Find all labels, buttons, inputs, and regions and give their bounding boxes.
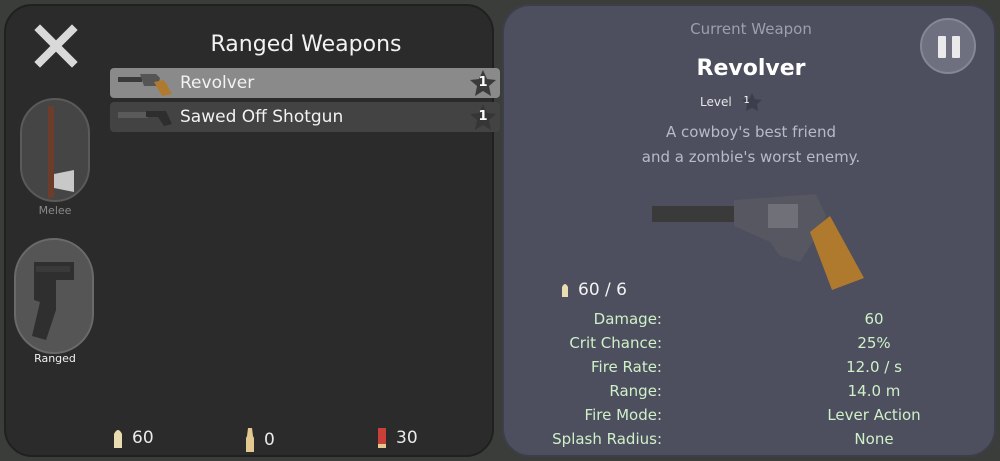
- stat-label: Crit Chance:: [569, 334, 662, 352]
- weapon-level-line: Level 1: [700, 92, 764, 112]
- category-ranged-button[interactable]: [14, 238, 94, 354]
- panel-title: Ranged Weapons: [210, 32, 402, 57]
- stat-value: Lever Action: [827, 406, 921, 424]
- description-line: and a zombie's worst enemy.: [641, 148, 861, 166]
- axe-icon: [48, 106, 74, 198]
- ammo-pistol: 60: [112, 426, 154, 450]
- category-ranged-label: Ranged: [34, 352, 76, 365]
- stat-row: Range: 14.0 m: [504, 382, 998, 406]
- close-icon: [34, 24, 78, 68]
- ammo-count: 30: [396, 428, 418, 448]
- weapon-description: A cowboy's best friend and a zombie's wo…: [504, 120, 998, 170]
- weapon-stats: Damage: 60 Crit Chance: 25% Fire Rate: 1…: [504, 310, 998, 454]
- stat-label: Fire Mode:: [584, 406, 662, 424]
- weapon-level-badge: 1: [468, 102, 498, 132]
- stat-value: 12.0 / s: [846, 358, 902, 376]
- pistol-ammo-icon: [562, 284, 568, 297]
- level-label: Level: [700, 95, 732, 109]
- pistol-icon: [32, 262, 74, 340]
- pistol-ammo-icon: [114, 430, 122, 448]
- stat-row: Fire Rate: 12.0 / s: [504, 358, 998, 382]
- close-button[interactable]: [34, 24, 78, 68]
- level-value: 1: [743, 95, 750, 106]
- stat-value: 14.0 m: [847, 382, 901, 400]
- stat-label: Splash Radius:: [552, 430, 662, 448]
- ammo-rifle: 0: [244, 426, 275, 454]
- category-melee-button[interactable]: [20, 98, 90, 202]
- stat-value: 25%: [857, 334, 891, 352]
- revolver-icon: [118, 74, 172, 96]
- stat-value: None: [854, 430, 894, 448]
- weapon-name: Sawed Off Shotgun: [180, 107, 344, 127]
- weapon-row-revolver[interactable]: Revolver 1: [110, 68, 500, 98]
- stat-row: Splash Radius: None: [504, 430, 998, 454]
- stat-label: Fire Rate:: [591, 358, 662, 376]
- weapon-level: 1: [478, 75, 488, 90]
- weapon-title: Revolver: [696, 56, 806, 81]
- level-badge: 1: [740, 92, 764, 112]
- weapon-name: Revolver: [180, 73, 255, 93]
- description-line: A cowboy's best friend: [665, 123, 837, 141]
- category-melee-label: Melee: [38, 204, 72, 217]
- rifle-ammo-icon: [246, 428, 254, 452]
- stat-label: Damage:: [593, 310, 662, 328]
- current-weapon-panel: Current Weapon Revolver Level 1 A cowboy…: [502, 4, 996, 457]
- ammo-shotgun: 30: [376, 426, 418, 450]
- stat-row: Damage: 60: [504, 310, 998, 334]
- weapon-row-sawed-off-shotgun[interactable]: Sawed Off Shotgun 1: [110, 102, 500, 132]
- shotgun-icon: [118, 111, 172, 126]
- weapon-list-panel: Ranged Weapons Melee Ranged Revolver 1 S…: [4, 4, 500, 457]
- weapon-level: 1: [478, 109, 488, 124]
- stat-value: 60: [864, 310, 884, 328]
- weapon-level-badge: 1: [468, 68, 498, 98]
- stat-row: Crit Chance: 25%: [504, 334, 998, 358]
- shotgun-shell-icon: [378, 428, 386, 448]
- revolver-image: [652, 194, 864, 290]
- magazine-count: 60 / 6: [578, 280, 627, 300]
- stat-label: Range:: [609, 382, 662, 400]
- stat-row: Fire Mode: Lever Action: [504, 406, 998, 430]
- ammo-count: 60: [132, 428, 154, 448]
- magazine-display: 60 / 6: [560, 280, 627, 300]
- ammo-count: 0: [264, 430, 275, 450]
